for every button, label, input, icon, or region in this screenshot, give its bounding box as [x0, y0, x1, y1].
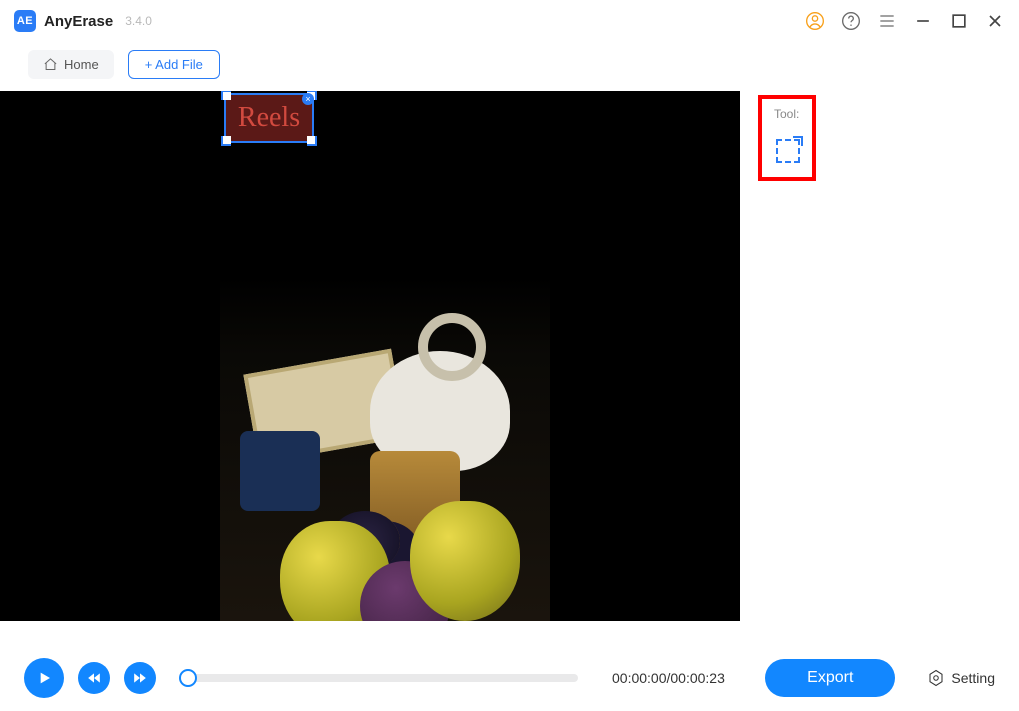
window-minimize-icon[interactable] — [913, 11, 933, 31]
add-file-button[interactable]: + Add File — [128, 50, 220, 79]
user-account-icon[interactable] — [805, 11, 825, 31]
window-close-icon[interactable] — [985, 11, 1005, 31]
title-bar-right — [805, 11, 1005, 31]
selection-handle-br[interactable] — [307, 136, 317, 146]
gear-icon — [927, 669, 945, 687]
app-logo-icon — [14, 10, 36, 32]
selection-tool-icon[interactable] — [776, 139, 800, 163]
mug-graphic — [240, 431, 320, 511]
selection-handle-tl[interactable] — [221, 91, 231, 100]
workspace: Reels × Tool: — [0, 91, 1019, 621]
timecode: 00:00:00/00:00:23 — [612, 670, 725, 686]
pear-graphic — [410, 501, 520, 621]
forward-button[interactable] — [124, 662, 156, 694]
setting-button[interactable]: Setting — [927, 669, 995, 687]
video-canvas[interactable]: Reels × — [0, 91, 740, 621]
video-frame — [220, 91, 550, 621]
home-button[interactable]: Home — [28, 50, 114, 79]
home-button-label: Home — [64, 57, 99, 72]
timeline-thumb[interactable] — [179, 669, 197, 687]
title-bar-left: AnyErase 3.4.0 — [14, 10, 152, 32]
menu-icon[interactable] — [877, 11, 897, 31]
play-icon — [36, 670, 52, 686]
play-button[interactable] — [24, 658, 64, 698]
forward-icon — [133, 671, 147, 685]
setting-label: Setting — [951, 670, 995, 686]
player-controls: 00:00:00/00:00:23 Export Setting — [0, 645, 1019, 711]
app-name: AnyErase — [44, 13, 113, 30]
watermark-selection[interactable]: Reels × — [224, 93, 314, 143]
side-panel: Tool: — [740, 91, 816, 621]
rewind-icon — [87, 671, 101, 685]
title-bar: AnyErase 3.4.0 — [0, 0, 1019, 42]
window-maximize-icon[interactable] — [949, 11, 969, 31]
help-icon[interactable] — [841, 11, 861, 31]
tool-panel-highlight: Tool: — [758, 95, 816, 181]
rewind-button[interactable] — [78, 662, 110, 694]
selection-close-icon[interactable]: × — [302, 93, 314, 105]
selection-handle-bl[interactable] — [221, 136, 231, 146]
home-icon — [43, 57, 58, 72]
app-version: 3.4.0 — [125, 14, 152, 28]
add-file-button-label: + Add File — [145, 57, 203, 72]
export-button[interactable]: Export — [765, 659, 895, 697]
watermark-text: Reels — [238, 102, 300, 134]
timeline-slider[interactable] — [188, 674, 578, 682]
tool-label: Tool: — [774, 107, 800, 121]
export-button-label: Export — [807, 669, 853, 686]
toolbar: Home + Add File — [0, 42, 1019, 91]
